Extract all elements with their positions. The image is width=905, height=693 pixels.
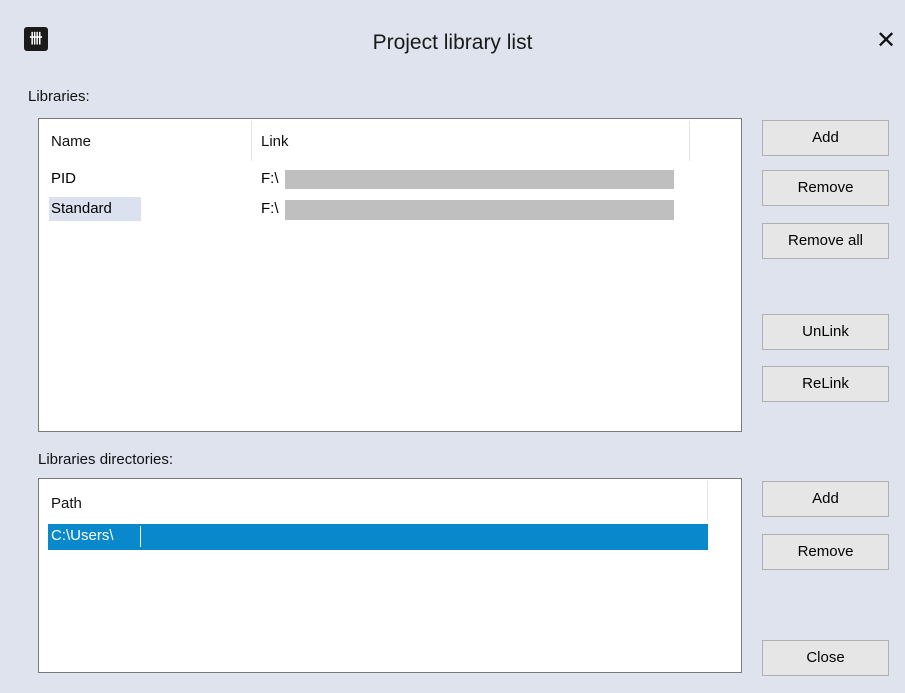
- directories-list[interactable]: Path C:\Users\: [38, 478, 742, 673]
- libraries-list[interactable]: Name Link PID F:\ Standard F:\: [38, 118, 742, 432]
- close-button[interactable]: Close: [762, 640, 889, 676]
- directories-remove-button[interactable]: Remove: [762, 534, 889, 570]
- libraries-remove-button[interactable]: Remove: [762, 170, 889, 206]
- libraries-remove-all-button[interactable]: Remove all: [762, 223, 889, 259]
- column-separator[interactable]: [707, 481, 708, 521]
- column-header-link[interactable]: Link: [261, 133, 289, 150]
- directory-row-selected[interactable]: C:\Users\: [48, 524, 708, 550]
- redacted-path: [285, 200, 674, 220]
- redacted-path: [285, 170, 674, 189]
- unlink-button[interactable]: UnLink: [762, 314, 889, 350]
- library-name-cell[interactable]: Standard: [51, 200, 112, 217]
- column-header-path[interactable]: Path: [51, 495, 82, 512]
- libraries-add-button[interactable]: Add: [762, 120, 889, 156]
- column-separator[interactable]: [251, 121, 252, 161]
- libraries-label: Libraries:: [28, 88, 90, 105]
- window-title: Project library list: [372, 31, 533, 54]
- library-link-cell[interactable]: F:\: [261, 170, 279, 187]
- column-header-name[interactable]: Name: [51, 133, 91, 150]
- directories-add-button[interactable]: Add: [762, 481, 889, 517]
- relink-button[interactable]: ReLink: [762, 366, 889, 402]
- library-name-cell[interactable]: PID: [51, 170, 76, 187]
- column-separator[interactable]: [689, 121, 690, 161]
- text-cursor: [140, 526, 141, 547]
- directory-path-cell: C:\Users\: [51, 527, 114, 544]
- libraries-directories-label: Libraries directories:: [38, 451, 174, 468]
- close-icon[interactable]: ✕: [872, 27, 900, 55]
- library-link-cell[interactable]: F:\: [261, 200, 279, 217]
